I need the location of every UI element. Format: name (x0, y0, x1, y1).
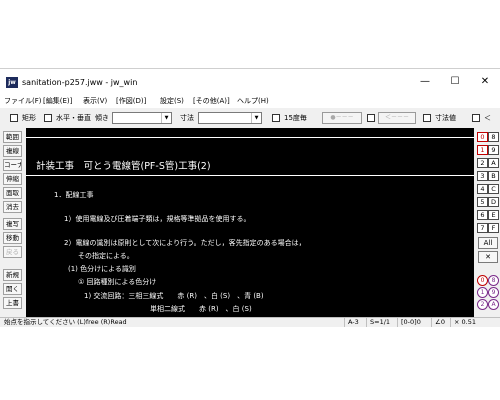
menu-view[interactable]: 表示(V) (83, 96, 107, 107)
layer-6-button[interactable]: 6 (477, 210, 488, 220)
tool-new[interactable]: 新規 (3, 269, 22, 281)
dimension-combo[interactable]: ▼ (198, 112, 262, 124)
heading-rule (26, 175, 474, 176)
menu-bar: ファイル(F) [編集(E)] 表示(V) [作図(D)] 設定(S) [その他… (0, 95, 500, 108)
tool-copy[interactable]: 複写 (3, 218, 22, 230)
menu-settings[interactable]: 設定(S) (160, 96, 184, 107)
tool-corner[interactable]: コーナー (3, 159, 22, 171)
layer-display[interactable]: [0-0]0 (397, 318, 421, 327)
tool-undo[interactable]: 戻る (3, 246, 22, 258)
layer-0-button[interactable]: 0 (477, 132, 488, 142)
dimension-value-checkbox[interactable] (423, 114, 431, 122)
menu-draw[interactable]: [作図(D)] (116, 96, 146, 107)
menu-edit[interactable]: [編集(E)] (43, 96, 72, 107)
canvas-line: 1) 交流回路：三相三線式 赤 (R) 、白 (S) 、青 (B) (84, 292, 264, 300)
left-tool-column: 範囲 複線 コーナー 伸縮 面取 消去 複写 移動 戻る 新規 開く 上書 (0, 128, 24, 317)
chevron-down-icon: ▼ (251, 113, 261, 123)
application-window: jw sanitation-p257.jww - jw_win — ☐ ✕ ファ… (0, 68, 500, 327)
layer-7-button[interactable]: 7 (477, 223, 488, 233)
layer-cross-button[interactable]: ✕ (478, 251, 498, 263)
less-than-label: ＜ (484, 114, 491, 122)
layer-group-9-button[interactable]: 9 (488, 287, 499, 298)
canvas-line: ① 回路種別による色分け (78, 278, 157, 286)
app-icon: jw (6, 77, 18, 88)
tool-chamfer[interactable]: 面取 (3, 187, 22, 199)
horizontal-vertical-label: 水平・垂直 (56, 114, 91, 122)
window-title: sanitation-p257.jww - jw_win (22, 78, 138, 87)
layer-8-button[interactable]: 8 (488, 132, 499, 142)
layer-panel: 0 8 1 9 2 A 3 B 4 C 5 D 6 E 7 F All ✕ 0 … (476, 128, 500, 317)
top-rule (26, 137, 474, 138)
horizontal-vertical-checkbox[interactable] (44, 114, 52, 122)
layer-group-1-button[interactable]: 1 (477, 287, 488, 298)
angle-display[interactable]: ∠0 (431, 318, 445, 327)
title-bar: jw sanitation-p257.jww - jw_win — ☐ ✕ (0, 69, 500, 95)
canvas-line: その指定による。 (78, 252, 134, 260)
menu-other[interactable]: [その他(A)] (193, 96, 230, 107)
angle15-label: 15度毎 (284, 114, 307, 122)
tool-parallel-line[interactable]: 複線 (3, 145, 22, 157)
dot-line-button[interactable]: ●－－－ (322, 112, 362, 124)
close-button[interactable]: ✕ (470, 69, 500, 95)
layer-group-2-button[interactable]: 2 (477, 299, 488, 310)
tool-overwrite[interactable]: 上書 (3, 297, 22, 309)
layer-e-button[interactable]: E (488, 210, 499, 220)
canvas-line: 1．配線工事 (54, 191, 94, 199)
menu-file[interactable]: ファイル(F) (4, 96, 42, 107)
scale-display[interactable]: S=1/1 (366, 318, 390, 327)
menu-help[interactable]: ヘルプ(H) (237, 96, 269, 107)
tool-stretch[interactable]: 伸縮 (3, 173, 22, 185)
layer-group-8-button[interactable]: 8 (488, 275, 499, 286)
minimize-button[interactable]: — (410, 69, 440, 95)
layer-1-button[interactable]: 1 (477, 145, 488, 155)
status-bar: 始点を指示してください (L)free (R)Read A-3 S=1/1 [0… (0, 317, 500, 327)
chevron-down-icon: ▼ (161, 113, 171, 123)
canvas-line: 1）使用電線及び圧着端子類は，規格等準拠品を使用する。 (64, 215, 251, 223)
canvas-line: 単相二線式 赤 (R) 、白 (S) (150, 305, 252, 313)
rect-label: 矩形 (22, 114, 36, 122)
angle15-checkbox[interactable] (272, 114, 280, 122)
dimension-value-label: 寸法値 (435, 114, 456, 122)
canvas-heading: 計装工事 可とう電線管(PF-S管)工事(2) (36, 161, 211, 172)
layer-c-button[interactable]: C (488, 184, 499, 194)
all-layers-button[interactable]: All (478, 237, 498, 249)
slope-combo[interactable]: ▼ (112, 112, 172, 124)
tool-open[interactable]: 開く (3, 283, 22, 295)
layer-4-button[interactable]: 4 (477, 184, 488, 194)
layer-a-button[interactable]: A (488, 158, 499, 168)
maximize-button[interactable]: ☐ (440, 69, 470, 95)
arrow-line-button[interactable]: ＜－－－ (378, 112, 416, 124)
paper-size[interactable]: A-3 (344, 318, 359, 327)
tool-options-bar: 矩形 水平・垂直 傾き ▼ 寸法 ▼ 15度毎 ●－－－ ＜－－－ 寸法値 ＜ (0, 109, 500, 127)
tool-move[interactable]: 移動 (3, 232, 22, 244)
canvas-line: 2）電線の識別は原則として次により行う。ただし，客先指定のある場合は， (64, 239, 306, 247)
layer-group-0-button[interactable]: 0 (477, 275, 488, 286)
status-message: 始点を指示してください (L)free (R)Read (4, 318, 127, 326)
rect-checkbox[interactable] (10, 114, 18, 122)
layer-9-button[interactable]: 9 (488, 145, 499, 155)
layer-b-button[interactable]: B (488, 171, 499, 181)
arrow-checkbox[interactable] (367, 114, 375, 122)
tool-erase[interactable]: 消去 (3, 201, 22, 213)
layer-5-button[interactable]: 5 (477, 197, 488, 207)
layer-f-button[interactable]: F (488, 223, 499, 233)
tool-range[interactable]: 範囲 (3, 131, 22, 143)
drawing-canvas[interactable]: 計装工事 可とう電線管(PF-S管)工事(2) 1．配線工事 1）使用電線及び圧… (26, 128, 474, 317)
canvas-line: (1) 色分けによる識別 (68, 265, 136, 273)
zoom-display[interactable]: × 0.51 (450, 318, 476, 327)
layer-d-button[interactable]: D (488, 197, 499, 207)
layer-group-a-button[interactable]: A (488, 299, 499, 310)
less-than-checkbox[interactable] (472, 114, 480, 122)
dimension-label: 寸法 (180, 114, 194, 122)
layer-2-button[interactable]: 2 (477, 158, 488, 168)
layer-3-button[interactable]: 3 (477, 171, 488, 181)
slope-label: 傾き (95, 114, 109, 122)
